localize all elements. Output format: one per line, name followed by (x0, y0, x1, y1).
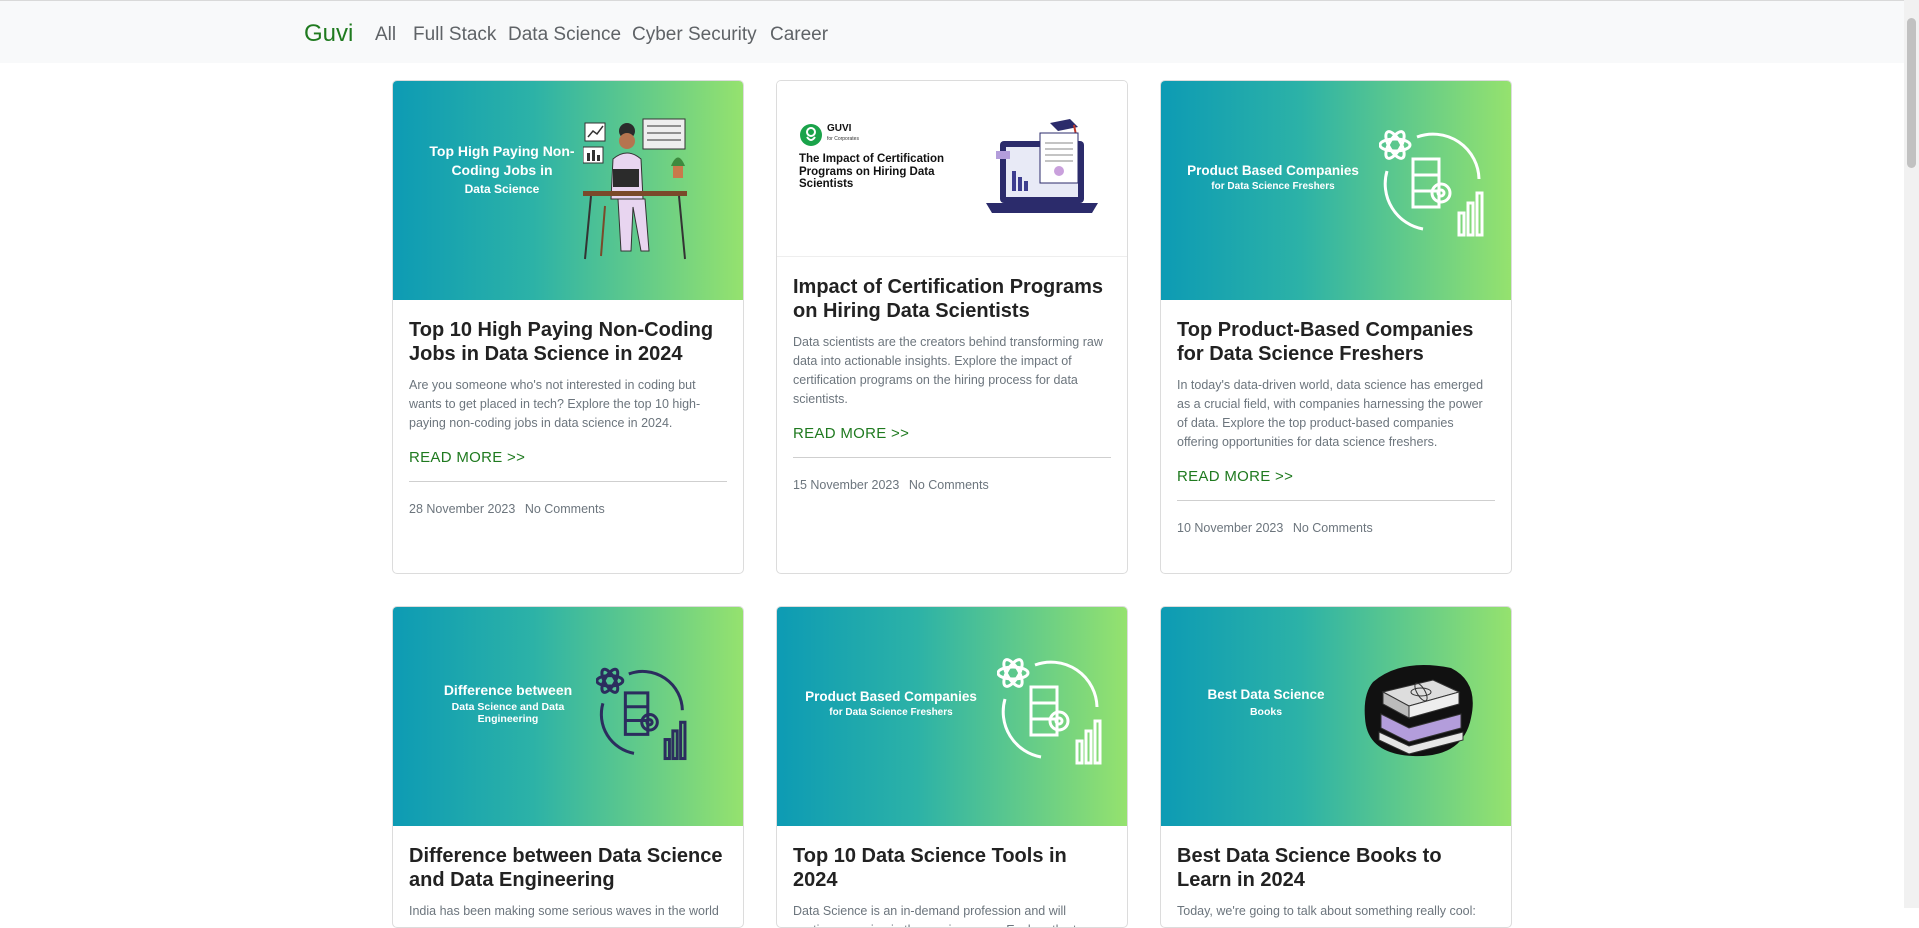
blog-card[interactable]: GUVI for Corporates The Impact of Certif… (776, 80, 1128, 574)
card-thumbnail[interactable]: Difference between Data Science and Data… (393, 607, 743, 826)
card-excerpt: Are you someone who's not interested in … (409, 378, 701, 430)
comments-count-link[interactable]: No Comments (909, 478, 989, 492)
card-title-link[interactable]: Best Data Science Books to Learn in 2024 (1177, 844, 1495, 892)
thumbnail-subbrand: for Corporates (827, 136, 859, 142)
card-meta: 28 November 2023 No Comments (409, 502, 727, 516)
read-more-link[interactable]: READ MORE >> (793, 425, 909, 442)
thumbnail-text: Product Based Companies (1187, 163, 1359, 178)
thumbnail-text: Difference between (443, 682, 573, 698)
post-date: 28 November 2023 (409, 502, 516, 516)
top-navbar: Guvi All Full Stack Data Science Cyber S… (0, 1, 1904, 63)
page-scrollbar[interactable] (1904, 0, 1919, 908)
thumbnail-text: Books (1249, 706, 1283, 718)
card-title-link[interactable]: Top 10 High Paying Non-Coding Jobs in Da… (409, 318, 727, 366)
card-excerpt: Today, we're going to talk about somethi… (1177, 904, 1476, 918)
card-title-link[interactable]: Top 10 Data Science Tools in 2024 (793, 844, 1111, 892)
atom-server-chart-icon (997, 658, 1102, 765)
card-excerpt: Data scientists are the creators behind … (793, 335, 1103, 406)
thumbnail-text: Top High Paying Non- (429, 143, 575, 159)
card-thumbnail[interactable]: GUVI for Corporates The Impact of Certif… (777, 81, 1127, 257)
blog-card[interactable]: Product Based Companies for Data Science… (1160, 80, 1512, 574)
card-thumbnail[interactable]: Product Based Companies for Data Science… (1161, 81, 1511, 300)
card-excerpt: Data Science is an in-demand profession … (793, 904, 1090, 927)
nav-link-cyber-security[interactable]: Cyber Security (632, 24, 757, 46)
thumbnail-text: for Data Science Freshers (829, 707, 953, 718)
card-title-link[interactable]: Impact of Certification Programs on Hiri… (793, 275, 1111, 323)
thumbnail-text: Best Data Science (1207, 687, 1325, 702)
card-divider (793, 457, 1111, 458)
thumbnail-text: Coding Jobs in (451, 162, 553, 178)
card-meta: 10 November 2023 No Comments (1177, 521, 1495, 535)
post-date: 15 November 2023 (793, 478, 900, 492)
card-excerpt: In today's data-driven world, data scien… (1177, 378, 1484, 449)
atom-server-chart-icon (1379, 130, 1484, 237)
read-more-link[interactable]: READ MORE >> (1177, 468, 1293, 485)
comments-count-link[interactable]: No Comments (525, 502, 605, 516)
book-stack-icon (1364, 665, 1473, 757)
thumbnail-text: Engineering (477, 713, 539, 725)
thumbnail-text: The Impact of Certification Programs on … (799, 153, 945, 190)
nav-link-all[interactable]: All (375, 24, 396, 46)
blog-card[interactable]: Best Data Science Books Best Data Scienc… (1160, 606, 1512, 928)
thumbnail-brand: GUVI (827, 123, 852, 134)
nav-link-data-science[interactable]: Data Science (508, 24, 621, 46)
blog-card[interactable]: Top High Paying Non- Coding Jobs in Data… (392, 80, 744, 574)
guvi-logo-icon (800, 124, 822, 146)
read-more-link[interactable]: READ MORE >> (409, 449, 525, 466)
card-meta: 15 November 2023 No Comments (793, 478, 1111, 492)
thumbnail-text: Data Science and Data (451, 701, 565, 713)
card-title-link[interactable]: Top Product-Based Companies for Data Sci… (1177, 318, 1495, 366)
nav-link-career[interactable]: Career (770, 24, 828, 46)
woman-at-desk-illustration (583, 118, 687, 260)
card-title-link[interactable]: Difference between Data Science and Data… (409, 844, 727, 892)
nav-link-full-stack[interactable]: Full Stack (413, 24, 496, 46)
card-thumbnail[interactable]: Best Data Science Books (1161, 607, 1511, 826)
card-divider (1177, 500, 1495, 501)
brand-logo-link[interactable]: Guvi (304, 20, 353, 48)
card-thumbnail[interactable]: Top High Paying Non- Coding Jobs in Data… (393, 81, 743, 300)
comments-count-link[interactable]: No Comments (1293, 521, 1373, 535)
blog-card[interactable]: Product Based Companies for Data Science… (776, 606, 1128, 928)
card-thumbnail[interactable]: Product Based Companies for Data Science… (777, 607, 1127, 826)
atom-server-chart-icon (596, 667, 687, 761)
thumbnail-text: Product Based Companies (805, 689, 977, 704)
laptop-certificate-illustration (986, 119, 1098, 213)
thumbnail-text: for Data Science Freshers (1211, 181, 1335, 192)
scrollbar-thumb[interactable] (1907, 18, 1916, 168)
thumbnail-text: Data Science (464, 182, 540, 196)
post-date: 10 November 2023 (1177, 521, 1284, 535)
card-excerpt: India has been making some serious waves… (409, 904, 719, 918)
card-divider (409, 481, 727, 482)
blog-card[interactable]: Difference between Data Science and Data… (392, 606, 744, 928)
